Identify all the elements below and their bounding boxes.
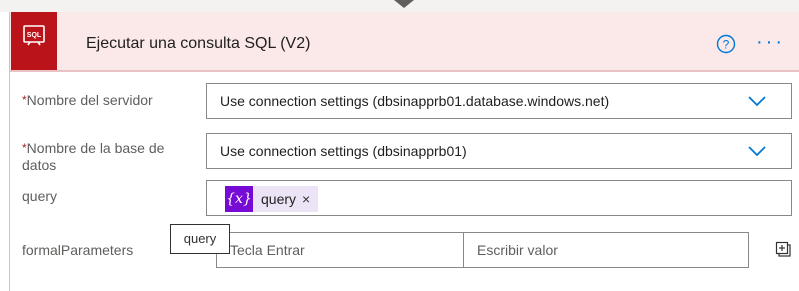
- help-circle-icon[interactable]: ?: [716, 34, 736, 54]
- server-label: *Nombre del servidor: [22, 92, 153, 109]
- query-label: query: [22, 188, 58, 204]
- database-label: *Nombre de la base de datos: [22, 140, 164, 174]
- server-label-text: Nombre del servidor: [26, 92, 153, 108]
- tooltip: query: [170, 224, 230, 254]
- query-input[interactable]: {x} query ×: [206, 180, 792, 216]
- variable-icon: {x}: [225, 186, 253, 212]
- sql-badge-text: SQL: [27, 32, 42, 39]
- sql-database-icon: SQL: [23, 25, 45, 46]
- formal-parameters-label: formalParameters: [22, 242, 134, 258]
- database-label-line1: Nombre de la base de: [26, 140, 165, 156]
- action-title: Ejecutar una consulta SQL (V2): [86, 35, 311, 52]
- token-label: query: [261, 191, 297, 207]
- more-options-icon[interactable]: ···: [756, 30, 792, 54]
- parameter-key-input[interactable]: Tecla Entrar: [216, 232, 470, 268]
- parameter-value-placeholder: Escribir valor: [477, 242, 558, 258]
- remove-token-icon[interactable]: ×: [302, 191, 318, 207]
- action-card-header[interactable]: SQL Ejecutar una consulta SQL (V2) ? ···: [10, 12, 799, 72]
- action-card: SQL Ejecutar una consulta SQL (V2) ? ···…: [9, 12, 799, 291]
- add-item-icon[interactable]: [775, 240, 793, 258]
- parameter-value-input[interactable]: Escribir valor: [463, 232, 749, 268]
- server-dropdown[interactable]: Use connection settings (dbsinapprb01.da…: [206, 83, 792, 119]
- flow-connector-arrow: [394, 0, 414, 8]
- database-dropdown[interactable]: Use connection settings (dbsinapprb01): [206, 133, 792, 169]
- dynamic-content-token[interactable]: {x} query ×: [225, 186, 319, 212]
- database-dropdown-value: Use connection settings (dbsinapprb01): [220, 143, 467, 159]
- database-label-line2: datos: [22, 157, 57, 173]
- server-dropdown-value: Use connection settings (dbsinapprb01.da…: [220, 93, 610, 109]
- parameter-key-placeholder: Tecla Entrar: [230, 242, 305, 258]
- chevron-down-icon[interactable]: [748, 145, 766, 157]
- svg-text:?: ?: [723, 38, 730, 52]
- connector-badge: SQL: [11, 12, 57, 70]
- chevron-down-icon[interactable]: [748, 95, 766, 107]
